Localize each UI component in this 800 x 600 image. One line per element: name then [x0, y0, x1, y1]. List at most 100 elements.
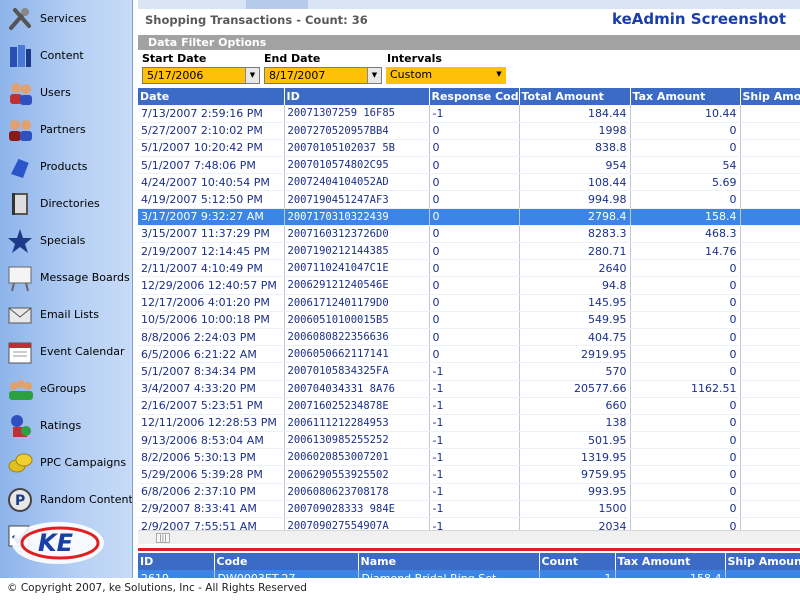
sidebar-item-label: Services — [40, 12, 87, 25]
table-cell-ship-amount — [740, 311, 800, 329]
table-row[interactable]: 7/13/2007 2:59:16 PM 20071307259 16F85 -1 1… — [138, 105, 800, 123]
sidebar-item-label: Partners — [40, 123, 86, 136]
end-date-picker[interactable]: 8/17/2007 ▼ — [264, 67, 382, 84]
table-cell-id: 20072404104052AD — [284, 173, 430, 192]
table-cell-total-amount: 1500 — [519, 500, 631, 519]
table-row[interactable]: 4/24/2007 10:40:54 PM 20072404104052AD 0 10… — [138, 173, 800, 192]
table-row[interactable]: 9/13/2006 8:53:04 AM 2006130985255252 -1 50… — [138, 431, 800, 450]
transactions-column-response-code[interactable]: Response Code — [429, 88, 520, 105]
sidebar-item-services[interactable]: Services — [0, 0, 132, 37]
sidebar-item-users[interactable]: Users — [0, 74, 132, 111]
table-row[interactable]: 12/17/2006 4:01:20 PM 20061712401179D0 0 14… — [138, 294, 800, 312]
transactions-column-date[interactable]: Date — [138, 88, 285, 105]
table-cell-date: 2/11/2007 4:10:49 PM — [138, 259, 285, 278]
table-row[interactable]: 12/11/2006 12:28:53 PM 2006111212284953 -1… — [138, 414, 800, 433]
table-row[interactable]: 6/5/2006 6:21:22 AM 2006050662117141 0 2919… — [138, 345, 800, 364]
transactions-column-id[interactable]: ID — [284, 88, 430, 105]
table-cell-response-code: -1 — [429, 431, 520, 450]
active-tab-indicator[interactable] — [246, 0, 308, 9]
table-cell-tax-amount: 10.44 — [630, 105, 741, 123]
table-row[interactable]: 10/5/2006 10:00:18 PM 20060510100015B5 0 54… — [138, 311, 800, 329]
table-cell-date: 5/29/2006 5:39:28 PM — [138, 465, 285, 484]
table-cell-response-code: 0 — [429, 173, 520, 192]
sidebar-item-egroups[interactable]: eGroups — [0, 370, 132, 407]
email-icon — [5, 300, 35, 330]
intervals-select[interactable]: Custom ▼ — [386, 67, 506, 84]
table-cell-ship-amount — [740, 259, 800, 278]
sidebar-item-directories[interactable]: Directories — [0, 185, 132, 222]
table-row[interactable]: 8/8/2006 2:24:03 PM 2006080822356636 0 404.… — [138, 328, 800, 347]
sidebar-item-content[interactable]: Content — [0, 37, 132, 74]
sidebar-item-specials[interactable]: Specials — [0, 222, 132, 259]
details-column-name[interactable]: Name — [358, 553, 540, 570]
sidebar-item-event-calendar[interactable]: Event Calendar — [0, 333, 132, 370]
table-row[interactable]: 12/29/2006 12:40:57 PM 200629121240546E 0 9… — [138, 276, 800, 295]
end-date-dropdown-button[interactable]: ▼ — [367, 68, 381, 83]
table-cell-response-code: -1 — [429, 517, 520, 530]
table-cell-tax-amount: 54 — [630, 156, 741, 175]
table-cell-ship-amount — [740, 345, 800, 364]
sidebar-nav: Services Content Users Partners Products Dire… — [0, 0, 133, 578]
table-row[interactable]: 8/2/2006 5:30:13 PM 2006020853007201 -1 131… — [138, 448, 800, 467]
sidebar-item-message-boards[interactable]: Message Boards — [0, 259, 132, 296]
chevron-down-icon: ▼ — [249, 71, 256, 79]
table-cell-total-amount: 1319.95 — [519, 448, 631, 467]
sidebar-item-products[interactable]: Products — [0, 148, 132, 185]
table-cell-tax-amount: 0 — [630, 311, 741, 329]
transactions-column-tax-amount[interactable]: Tax Amount — [630, 88, 741, 105]
table-row[interactable]: 5/1/2007 10:20:42 PM 20070105102037 5B 0 83… — [138, 139, 800, 158]
table-cell-id: 20071307259 16F85 — [284, 105, 430, 123]
table-cell-response-code: -1 — [429, 448, 520, 467]
table-cell-total-amount: 184.44 — [519, 105, 631, 123]
table-row[interactable]: 5/27/2007 2:10:02 PM 2007270520957BB4 0 199… — [138, 122, 800, 140]
table-row[interactable]: 3/17/2007 9:32:27 AM 2007170310322439 0 279… — [138, 208, 800, 226]
details-column-tax-amount[interactable]: Tax Amount — [615, 553, 726, 570]
start-date-dropdown-button[interactable]: ▼ — [245, 68, 259, 83]
table-row[interactable]: 2/11/2007 4:10:49 PM 2007110241047C1E 0 264… — [138, 259, 800, 278]
start-date-picker[interactable]: 5/17/2006 ▼ — [142, 67, 260, 84]
details-column-ship-amount[interactable]: Ship Amount — [725, 553, 800, 570]
sidebar-item-email-lists[interactable]: Email Lists — [0, 296, 132, 333]
table-cell-id: 2006130985255252 — [284, 431, 430, 450]
table-cell-id: 20070105834325FA — [284, 362, 430, 381]
sidebar-item-label: Event Calendar — [40, 345, 125, 358]
intervals-dropdown-button[interactable]: ▼ — [492, 67, 506, 82]
scroll-thumb[interactable]: ||| — [156, 533, 170, 543]
table-row[interactable]: 5/1/2007 8:34:34 PM 20070105834325FA -1 570… — [138, 362, 800, 381]
table-row[interactable]: 5/29/2006 5:39:28 PM 2006290553925502 -1 97… — [138, 465, 800, 484]
transactions-column-ship-amount[interactable]: Ship Amount — [740, 88, 800, 105]
table-row[interactable]: 2/9/2007 8:33:41 AM 200709028333 984E -1 15… — [138, 500, 800, 519]
table-row[interactable]: 3/15/2007 11:37:29 PM 20071603123726D0 0 82… — [138, 225, 800, 244]
details-column-code[interactable]: Code — [214, 553, 359, 570]
table-cell-response-code: 0 — [429, 311, 520, 329]
table-cell-response-code: -1 — [429, 465, 520, 484]
sidebar-item-ratings[interactable]: Ratings — [0, 407, 132, 444]
table-cell-total-amount: 404.75 — [519, 328, 631, 347]
table-row[interactable]: 2/19/2007 12:14:45 PM 2007190212144385 0 28… — [138, 242, 800, 261]
sidebar-item-ppc-campaigns[interactable]: PPC Campaigns — [0, 444, 132, 481]
table-cell-response-code: 0 — [429, 345, 520, 364]
table-row[interactable]: 2/16/2007 5:23:51 PM 200716025234878E -1 66… — [138, 397, 800, 415]
table-cell-tax-amount: 0 — [630, 190, 741, 209]
table-row[interactable]: 6/8/2006 2:37:10 PM 2006080623708178 -1 993… — [138, 483, 800, 501]
table-row[interactable]: 2/9/2007 7:55:51 AM 200709027554907A -1 203… — [138, 517, 800, 530]
random-content-icon: P — [5, 485, 35, 515]
details-column-id[interactable]: ID — [138, 553, 215, 570]
end-date-value: 8/17/2007 — [269, 69, 326, 82]
table-row[interactable]: 3/4/2007 4:33:20 PM 200704034331 8A76 -1 20… — [138, 380, 800, 398]
table-cell-total-amount: 549.95 — [519, 311, 631, 329]
sidebar-item-label: Directories — [40, 197, 100, 210]
sidebar-item-partners[interactable]: Partners — [0, 111, 132, 148]
horizontal-scrollbar[interactable]: ||| — [138, 530, 800, 544]
sidebar-item-random-content[interactable]: P Random Content — [0, 481, 132, 518]
table-cell-total-amount: 8283.3 — [519, 225, 631, 244]
table-row[interactable]: 4/19/2007 5:12:50 PM 2007190451247AF3 0 994… — [138, 190, 800, 209]
table-cell-tax-amount: 0 — [630, 431, 741, 450]
details-column-count[interactable]: Count — [539, 553, 616, 570]
table-row[interactable]: 5/1/2007 7:48:06 PM 2007010574802C95 0 954 5… — [138, 156, 800, 175]
table-cell-id: 200709027554907A — [284, 517, 430, 530]
sidebar-item-label: Products — [40, 160, 88, 173]
transactions-column-total-amount[interactable]: Total Amount — [519, 88, 631, 105]
table-cell-id: 2007110241047C1E — [284, 259, 430, 278]
table-cell-id: 2006290553925502 — [284, 465, 430, 484]
